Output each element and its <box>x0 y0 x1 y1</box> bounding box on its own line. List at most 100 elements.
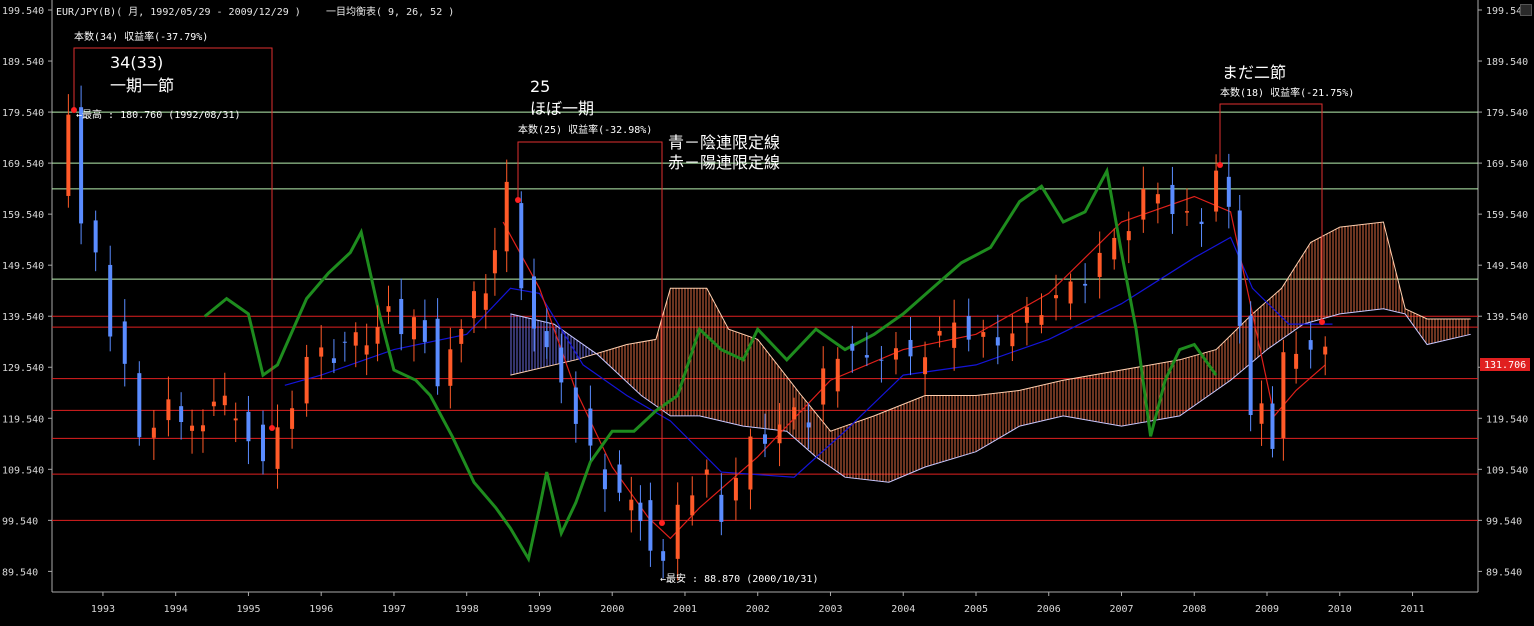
x-tick-label: 2006 <box>1037 604 1061 615</box>
y-tick-label-left: 119.540 <box>2 414 44 425</box>
bull-candle <box>304 356 309 404</box>
y-tick-label-right: 179.540 <box>1486 108 1528 119</box>
bull-candle <box>690 495 695 516</box>
x-tick-label: 1999 <box>527 604 551 615</box>
legend-blue-line: 青－陰連限定線 <box>668 133 780 152</box>
y-tick-label-left: 109.540 <box>2 465 44 476</box>
bear-candle <box>122 321 127 364</box>
bull-candle <box>821 368 826 405</box>
bear-candle <box>879 359 884 361</box>
bear-candle <box>1248 315 1253 416</box>
x-tick-label: 1998 <box>455 604 479 615</box>
bear-candle <box>719 494 724 522</box>
bear-candle <box>559 347 564 383</box>
y-tick-label-left: 139.540 <box>2 312 44 323</box>
bull-candle <box>1010 333 1015 347</box>
bull-candle <box>66 114 71 196</box>
y-tick-label-right: 139.540 <box>1486 312 1528 323</box>
annotation-1-count: 34(33) <box>110 53 163 72</box>
bracket-1-end-dot <box>269 425 275 431</box>
x-tick-label: 2011 <box>1401 604 1425 615</box>
high-price-label: ←最高 : 180.760 (1992/08/31) <box>76 108 241 121</box>
y-tick-label-right: 149.540 <box>1486 261 1528 272</box>
bull-candle <box>792 407 797 420</box>
bear-candle <box>763 434 767 444</box>
bear-candle <box>638 502 643 522</box>
bull-candle <box>1024 307 1029 323</box>
bear-candle <box>435 318 440 387</box>
bull-candle <box>483 293 488 310</box>
current-price-value: 131.706 <box>1484 360 1526 371</box>
bear-candle <box>260 424 265 462</box>
bear-candle <box>342 341 347 343</box>
bear-candle <box>588 408 593 446</box>
x-tick-label: 1996 <box>309 604 333 615</box>
annotation-3-stat: 本数(18) 収益率(-21.75%) <box>1220 86 1354 99</box>
x-tick-label: 2008 <box>1182 604 1206 615</box>
bracket-3-start-dot <box>1217 162 1223 168</box>
y-tick-label-left: 99.540 <box>2 516 38 527</box>
x-tick-label: 1997 <box>382 604 406 615</box>
bear-candle <box>93 220 98 253</box>
bear-candle <box>108 264 113 337</box>
annotation-2-label: ほぼ一期 <box>530 99 594 118</box>
y-tick-label-right: 159.540 <box>1486 210 1528 221</box>
bull-candle <box>222 395 227 406</box>
bull-candle <box>777 424 782 444</box>
x-tick-label: 2003 <box>818 604 842 615</box>
bull-candle <box>923 357 928 375</box>
bull-candle <box>1112 237 1117 260</box>
bull-candle <box>629 499 634 511</box>
annotation-2-count: 25 <box>530 77 550 96</box>
bull-candle <box>411 317 416 340</box>
bear-candle <box>850 343 855 351</box>
bull-candle <box>353 332 358 346</box>
bear-candle <box>1237 210 1242 326</box>
bracket-2-start-dot <box>515 197 521 203</box>
chart-canvas: 199.540 199.540189.540 189.540179.540 179.5… <box>0 0 1534 622</box>
bull-candle <box>733 477 738 501</box>
x-tick-label: 2010 <box>1328 604 1352 615</box>
bear-candle <box>532 276 537 329</box>
bull-candle <box>375 327 380 344</box>
x-tick-label: 2001 <box>673 604 697 615</box>
bull-candle <box>364 345 369 355</box>
x-tick-label: 2004 <box>891 604 915 615</box>
bull-candle <box>704 469 709 475</box>
y-tick-label-left: 129.540 <box>2 363 44 374</box>
bull-candle <box>448 349 453 386</box>
scroll-up-button[interactable] <box>1520 4 1532 16</box>
y-tick-label-right: 89.540 <box>1486 567 1522 578</box>
bear-candle <box>617 464 622 493</box>
chart-area: 199.540 199.540 189.540 189.540 179.540 179.5… <box>0 0 1534 622</box>
x-tick-label: 1995 <box>236 604 260 615</box>
bull-candle <box>1184 211 1189 213</box>
bull-candle <box>275 427 280 469</box>
y-tick-label-left: 179.540 <box>2 108 44 119</box>
bull-candle <box>1068 281 1073 304</box>
bull-candle <box>1054 295 1059 299</box>
y-tick-label-right: 99.540 <box>1486 516 1522 527</box>
bull-candle <box>471 291 476 319</box>
x-tick-label: 1994 <box>164 604 188 615</box>
y-tick-label-right: 169.540 <box>1486 159 1528 170</box>
bear-candle <box>995 337 1000 346</box>
x-tick-label: 1993 <box>91 604 115 615</box>
x-tick-label: 2005 <box>964 604 988 615</box>
annotation-2-stat: 本数(25) 収益率(-32.98%) <box>518 123 652 136</box>
bear-candle <box>1308 340 1313 350</box>
bracket-3-end-dot <box>1319 319 1325 325</box>
bull-candle <box>835 358 840 392</box>
bear-candle <box>519 203 524 289</box>
bear-candle <box>246 411 251 442</box>
low-price-label: ←最安 : 88.870 (2000/10/31) <box>660 572 818 585</box>
bear-candle <box>137 373 142 438</box>
bear-candle <box>648 500 653 551</box>
bull-candle <box>290 408 295 429</box>
annotation-3-label: まだ二節 <box>1222 63 1286 82</box>
bull-candle <box>981 332 986 337</box>
bracket-2-end-dot <box>659 520 665 526</box>
bull-candle <box>166 399 171 421</box>
bear-candle <box>1083 283 1088 286</box>
annotation-1-label: 一期一節 <box>110 76 174 95</box>
